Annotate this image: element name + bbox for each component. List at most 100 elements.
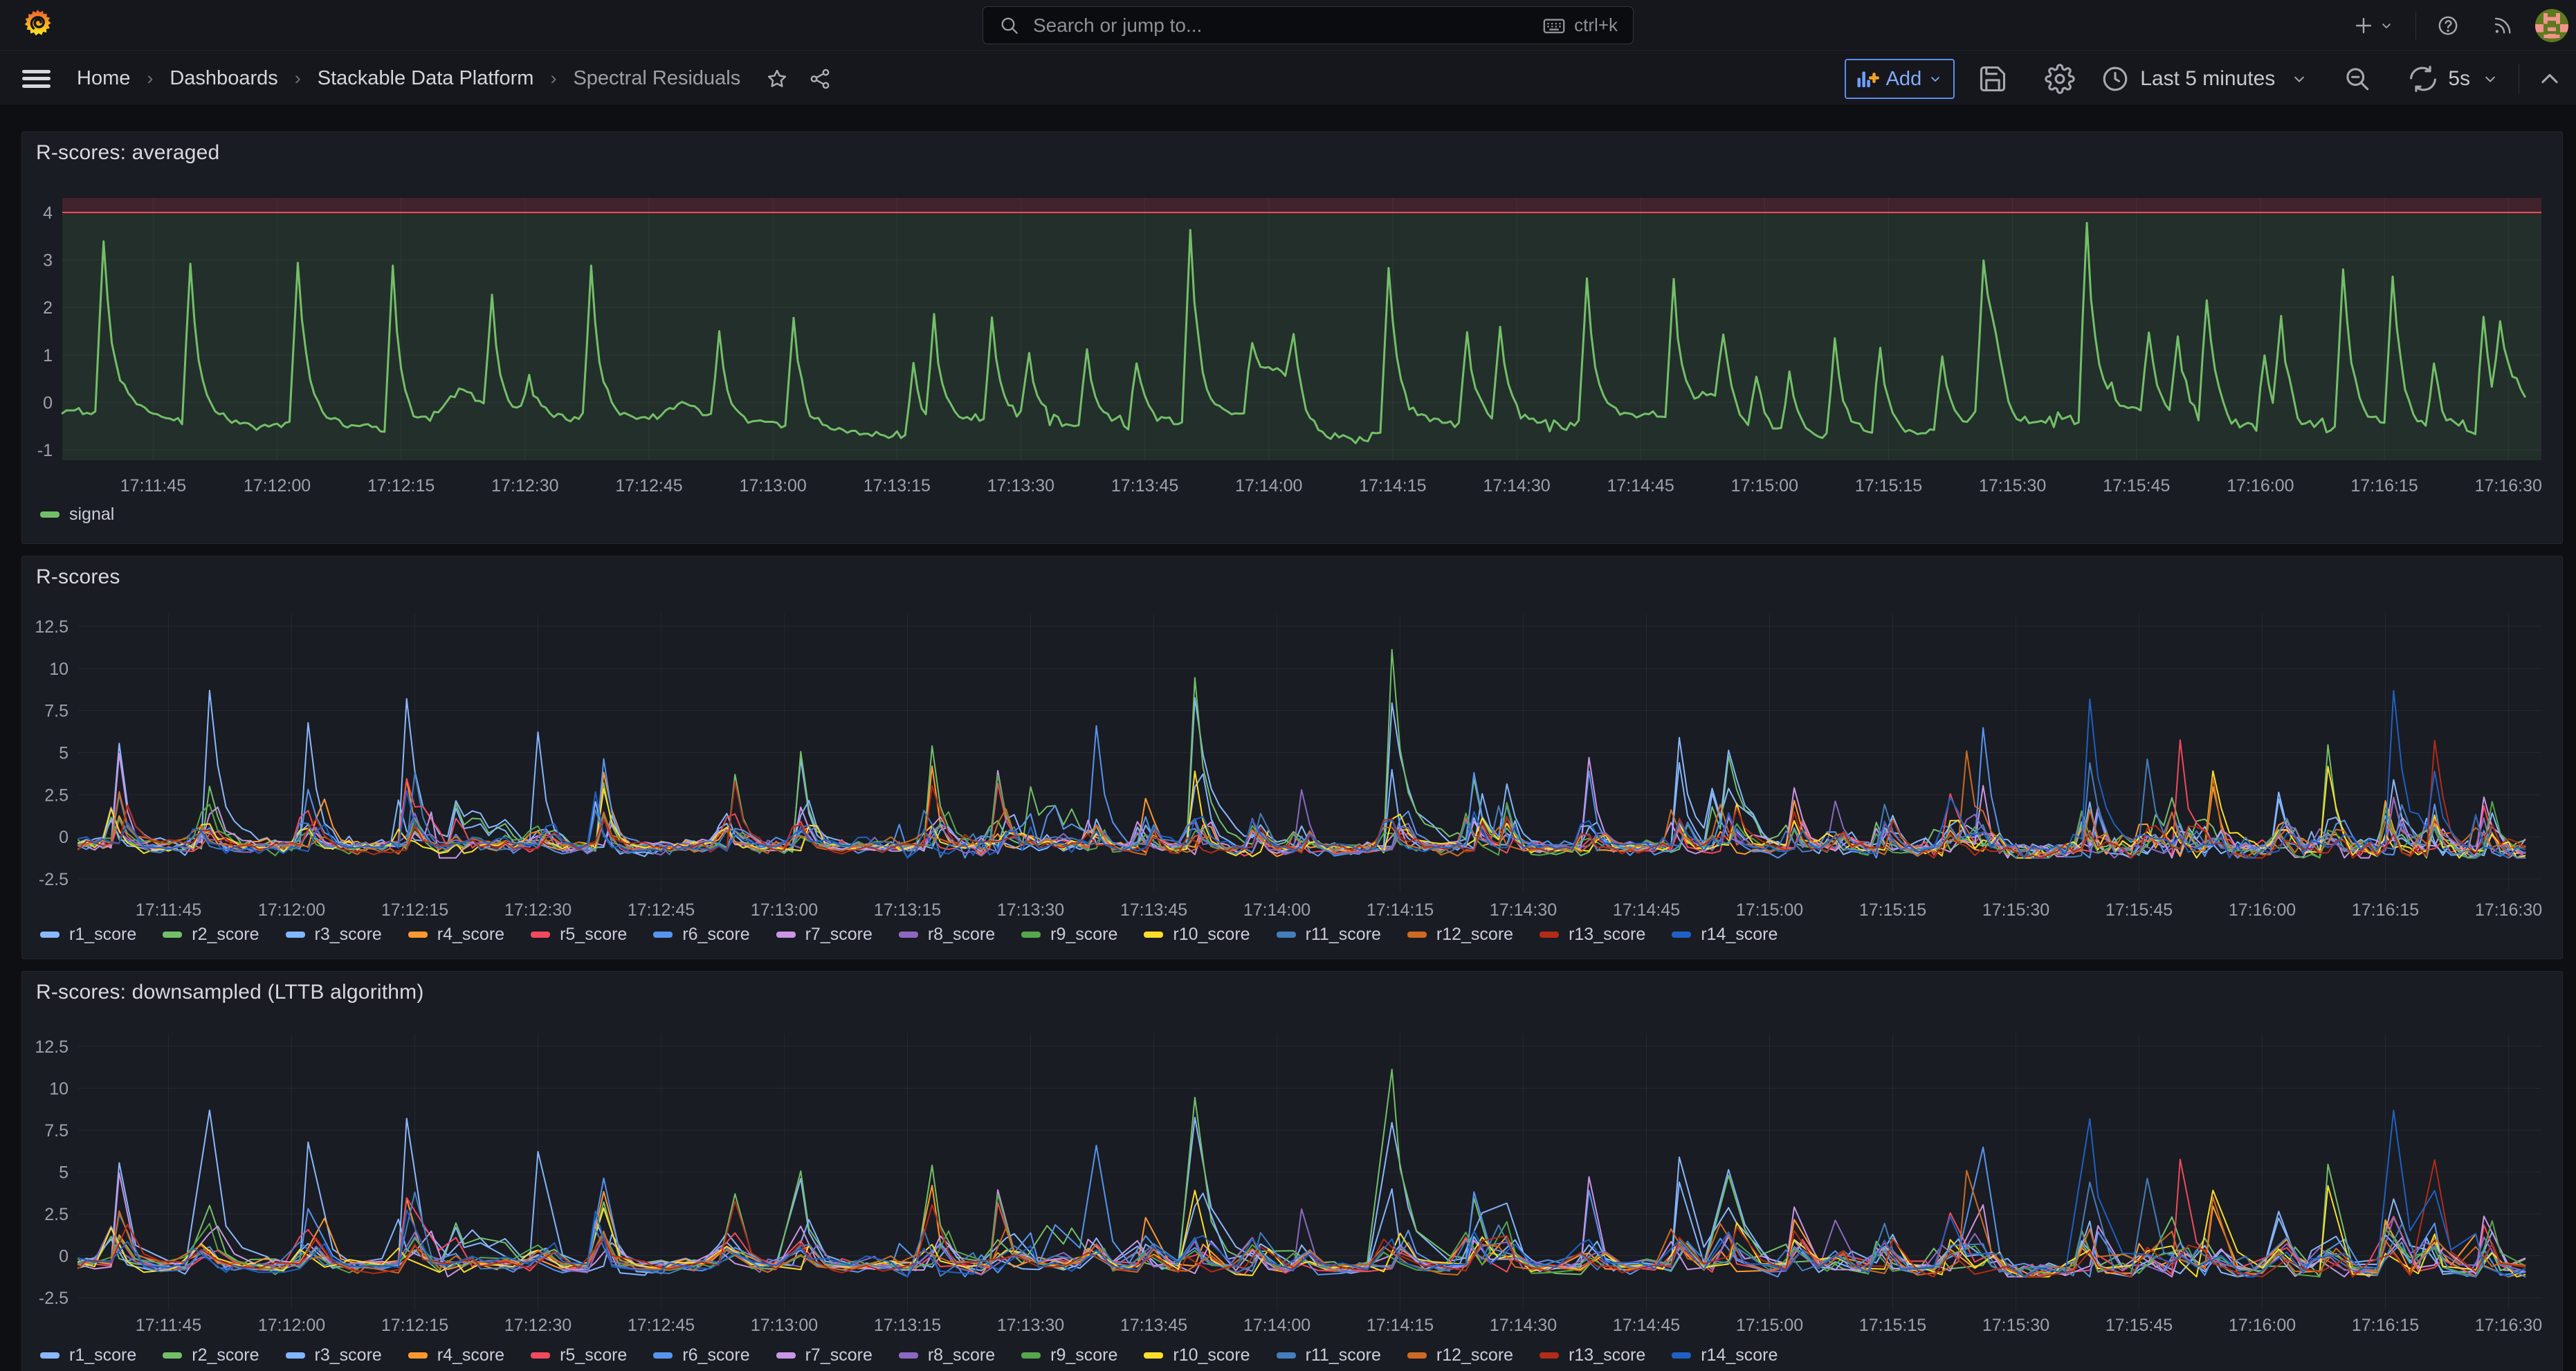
y-tick-label: -2.5 bbox=[39, 1289, 68, 1308]
legend-item[interactable]: r1_score bbox=[40, 925, 136, 945]
legend-item[interactable]: r8_score bbox=[899, 925, 995, 945]
x-tick-label: 17:11:45 bbox=[136, 1316, 201, 1335]
y-tick-label: 7.5 bbox=[44, 1121, 68, 1141]
breadcrumb-folder[interactable]: Stackable Data Platform bbox=[318, 67, 534, 90]
legend-label: r8_score bbox=[928, 1345, 995, 1365]
collapse-toolbar-button[interactable] bbox=[2534, 64, 2565, 94]
star-icon[interactable] bbox=[765, 67, 789, 91]
legend-label: r14_score bbox=[1701, 925, 1778, 945]
legend-swatch bbox=[776, 932, 796, 938]
chart-rscores[interactable]: 12.5107.552.50-2.517:11:4517:12:0017:12:… bbox=[22, 556, 2562, 959]
breadcrumb: Home › Dashboards › Stackable Data Platf… bbox=[77, 67, 740, 90]
y-tick-label: 3 bbox=[43, 251, 53, 271]
chart-rscores-downsampled[interactable]: 12.5107.552.50-2.517:11:4517:12:0017:12:… bbox=[22, 972, 2562, 1371]
x-tick-label: 17:14:30 bbox=[1490, 1316, 1557, 1335]
y-tick-label: 0 bbox=[43, 393, 53, 412]
user-avatar[interactable] bbox=[2535, 9, 2568, 42]
legend-item[interactable]: r8_score bbox=[899, 1345, 995, 1365]
legend-swatch bbox=[408, 932, 428, 938]
x-tick-label: 17:13:45 bbox=[1111, 476, 1178, 496]
dashboard-settings-button[interactable] bbox=[2045, 64, 2075, 94]
x-tick-label: 17:11:45 bbox=[120, 476, 186, 496]
legend-swatch bbox=[653, 1352, 673, 1359]
y-tick-label: 2.5 bbox=[44, 786, 68, 805]
save-dashboard-button[interactable] bbox=[1977, 64, 2008, 94]
menu-toggle-button[interactable] bbox=[22, 70, 51, 88]
zoom-out-button[interactable] bbox=[2342, 64, 2373, 94]
legend: signal bbox=[40, 505, 140, 525]
legend-item[interactable]: r3_score bbox=[286, 1345, 382, 1365]
legend-item[interactable]: r9_score bbox=[1021, 925, 1117, 945]
legend-label: r4_score bbox=[437, 1345, 504, 1365]
legend-item[interactable]: r14_score bbox=[1672, 925, 1778, 945]
legend-item[interactable]: r1_score bbox=[40, 1345, 136, 1365]
x-tick-label: 17:13:15 bbox=[874, 900, 941, 920]
legend-item[interactable]: r13_score bbox=[1540, 925, 1645, 945]
add-panel-icon bbox=[1854, 66, 1879, 91]
legend-swatch bbox=[1407, 1352, 1427, 1359]
legend-label: r9_score bbox=[1050, 925, 1117, 945]
x-tick-label: 17:12:45 bbox=[615, 476, 682, 496]
breadcrumb-home[interactable]: Home bbox=[77, 67, 130, 90]
threshold-region-below bbox=[62, 212, 2541, 460]
x-tick-label: 17:16:15 bbox=[2352, 900, 2419, 920]
zoom-out-icon bbox=[2342, 64, 2373, 94]
time-range-label: Last 5 minutes bbox=[2140, 67, 2275, 91]
legend-swatch bbox=[163, 932, 182, 938]
legend-item[interactable]: r11_score bbox=[1277, 1345, 1381, 1365]
legend-item[interactable]: r10_score bbox=[1144, 1345, 1250, 1365]
add-panel-button[interactable]: Add bbox=[1845, 59, 1955, 99]
grafana-dashboard: {"nav":{"search":{"placeholder":"Search … bbox=[0, 0, 2576, 1371]
legend-item[interactable]: r4_score bbox=[408, 925, 504, 945]
legend-swatch bbox=[531, 932, 550, 938]
legend-item[interactable]: signal bbox=[40, 505, 114, 525]
legend-item[interactable]: r2_score bbox=[163, 1345, 259, 1365]
legend-item[interactable]: r11_score bbox=[1277, 925, 1381, 945]
chevron-down-icon bbox=[1927, 71, 1944, 87]
x-tick-label: 17:12:00 bbox=[244, 476, 311, 496]
legend-item[interactable]: r10_score bbox=[1144, 925, 1250, 945]
legend-item[interactable]: r12_score bbox=[1407, 1345, 1513, 1365]
legend-item[interactable]: r14_score bbox=[1672, 1345, 1778, 1365]
legend-item[interactable]: r5_score bbox=[531, 925, 627, 945]
chart-rscores-averaged[interactable]: 43210-117:11:4517:12:0017:12:1517:12:301… bbox=[22, 132, 2562, 543]
grafana-logo-icon[interactable] bbox=[23, 8, 53, 38]
news-button[interactable] bbox=[2491, 14, 2514, 37]
legend-item[interactable]: r6_score bbox=[653, 1345, 749, 1365]
legend-item[interactable]: r2_score bbox=[163, 925, 259, 945]
x-tick-label: 17:15:15 bbox=[1859, 900, 1926, 920]
dashboard-toolbar: Home › Dashboards › Stackable Data Platf… bbox=[0, 52, 2576, 106]
top-nav-bar: Search or jump to... ctrl+k bbox=[0, 0, 2576, 51]
legend-swatch bbox=[1672, 932, 1691, 938]
new-button[interactable] bbox=[2352, 14, 2395, 37]
share-icon[interactable] bbox=[808, 67, 832, 91]
search-input[interactable]: Search or jump to... ctrl+k bbox=[983, 6, 1634, 44]
legend-item[interactable]: r7_score bbox=[776, 925, 873, 945]
breadcrumb-dashboards[interactable]: Dashboards bbox=[170, 67, 277, 90]
legend-item[interactable]: r5_score bbox=[531, 1345, 627, 1365]
legend-swatch bbox=[1540, 932, 1559, 938]
save-icon bbox=[1977, 64, 2008, 94]
breadcrumb-separator: › bbox=[295, 68, 301, 89]
y-tick-label: 2 bbox=[43, 298, 53, 318]
legend-item[interactable]: r3_score bbox=[286, 925, 382, 945]
legend-item[interactable]: r12_score bbox=[1407, 925, 1513, 945]
legend-swatch bbox=[1144, 932, 1163, 938]
legend-item[interactable]: r6_score bbox=[653, 925, 749, 945]
legend-item[interactable]: r4_score bbox=[408, 1345, 504, 1365]
legend-item[interactable]: r7_score bbox=[776, 1345, 873, 1365]
legend-item[interactable]: r9_score bbox=[1021, 1345, 1117, 1365]
keyboard-icon bbox=[1542, 14, 1566, 37]
time-range-picker[interactable]: Last 5 minutes bbox=[2100, 64, 2309, 94]
x-tick-label: 17:16:15 bbox=[2350, 476, 2418, 496]
legend-item[interactable]: r13_score bbox=[1540, 1345, 1645, 1365]
x-tick-label: 17:14:00 bbox=[1235, 476, 1302, 496]
x-tick-label: 17:15:30 bbox=[1982, 1316, 2049, 1335]
x-tick-label: 17:13:45 bbox=[1120, 1316, 1187, 1335]
x-tick-label: 17:12:15 bbox=[381, 1316, 448, 1335]
legend-swatch bbox=[163, 1352, 182, 1359]
plus-icon bbox=[2352, 14, 2375, 37]
legend-swatch bbox=[1407, 932, 1427, 938]
refresh-button[interactable]: 5s bbox=[2408, 64, 2500, 94]
help-button[interactable] bbox=[2436, 14, 2460, 37]
